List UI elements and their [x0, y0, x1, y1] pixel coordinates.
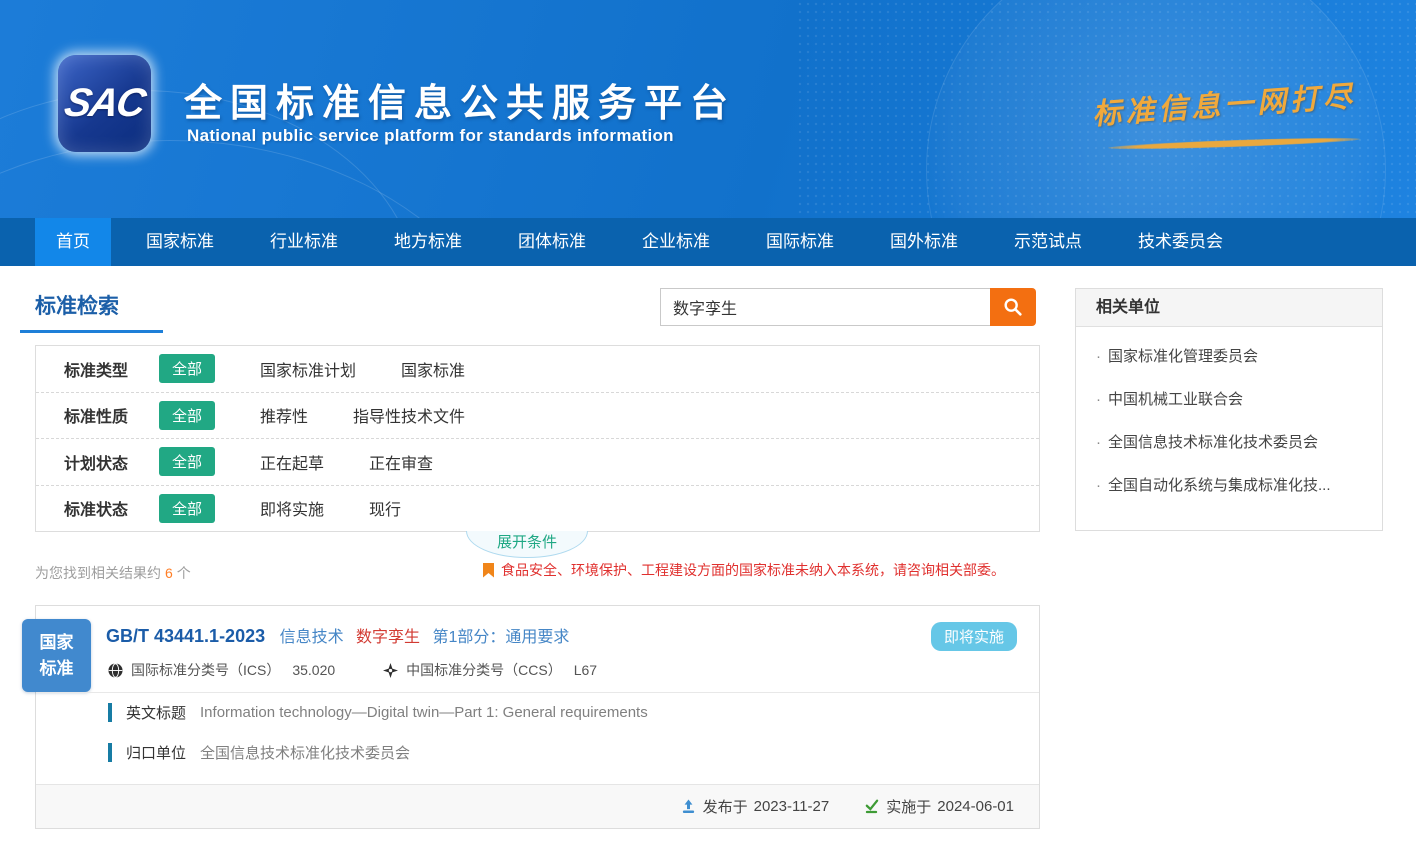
filter-all-badge[interactable]: 全部: [159, 354, 215, 383]
publish-label: 发布于: [703, 796, 748, 817]
accent-bar: [108, 743, 112, 762]
sidebar-item-machinery-federation[interactable]: 中国机械工业联合会: [1094, 377, 1364, 420]
filter-all-badge[interactable]: 全部: [159, 401, 215, 430]
english-title-label: 英文标题: [126, 702, 186, 723]
site-header: SAC 全国标准信息公共服务平台 National public service…: [0, 0, 1416, 218]
page: SAC 全国标准信息公共服务平台 National public service…: [0, 0, 1416, 845]
nav-item-industry-standards[interactable]: 行业标准: [249, 218, 359, 266]
ics-label: 国际标准分类号（ICS）: [131, 660, 280, 680]
site-title: 全国标准信息公共服务平台: [184, 72, 736, 127]
card-footer: 发布于 2023-11-27 实施于 2024-06-01: [36, 784, 1039, 828]
sidebar-item-it-standardization-committee[interactable]: 全国信息技术标准化技术委员会: [1094, 420, 1364, 463]
publish-date-group: 发布于 2023-11-27: [681, 796, 830, 817]
standard-title-link[interactable]: GB/T 43441.1-2023 信息技术 数字孪生 第1部分：通用要求: [106, 623, 569, 647]
dept-label: 归口单位: [126, 742, 186, 763]
sidebar-item-sac[interactable]: 国家标准化管理委员会: [1094, 334, 1364, 377]
english-title-value: Information technology—Digital twin—Part…: [200, 704, 648, 721]
nav-item-national-standards[interactable]: 国家标准: [125, 218, 235, 266]
bookmark-icon: [483, 563, 494, 578]
nav-item-enterprise-standards[interactable]: 企业标准: [621, 218, 731, 266]
nav-item-group-standards[interactable]: 团体标准: [497, 218, 607, 266]
search-button[interactable]: [990, 288, 1036, 326]
filter-label: 标准性质: [64, 403, 130, 427]
type-badge-line2: 标准: [40, 656, 74, 682]
filter-row-standard-type: 标准类型 全部 国家标准计划 国家标准: [36, 346, 1039, 392]
filter-option[interactable]: 正在起草: [260, 450, 324, 474]
results-summary: 为您找到相关结果约6个: [35, 563, 191, 583]
main-nav: 首页 国家标准 行业标准 地方标准 团体标准 企业标准 国际标准 国外标准 示范…: [0, 218, 1416, 266]
expand-conditions-button[interactable]: 展开条件: [466, 531, 588, 558]
filter-option[interactable]: 即将实施: [260, 496, 324, 520]
related-units-list: 国家标准化管理委员会 中国机械工业联合会 全国信息技术标准化技术委员会 全国自动…: [1076, 327, 1382, 513]
status-badge: 即将实施: [931, 622, 1017, 651]
filter-option[interactable]: 国家标准计划: [260, 357, 356, 381]
implement-date: 2024-06-01: [937, 798, 1014, 815]
summary-suffix: 个: [177, 565, 191, 581]
site-subtitle: National public service platform for sta…: [187, 126, 674, 146]
publish-date: 2023-11-27: [754, 798, 830, 815]
section-title-underline: [20, 330, 163, 333]
notice-text: 食品安全、环境保护、工程建设方面的国家标准未纳入本系统，请咨询相关部委。: [501, 560, 1005, 580]
related-units-panel: 相关单位 国家标准化管理委员会 中国机械工业联合会 全国信息技术标准化技术委员会…: [1075, 288, 1383, 531]
nav-item-local-standards[interactable]: 地方标准: [373, 218, 483, 266]
sac-logo[interactable]: SAC: [58, 55, 151, 152]
ics-value: 35.020: [292, 662, 335, 678]
card-divider: [36, 692, 1039, 693]
filter-box: 标准类型 全部 国家标准计划 国家标准 标准性质 全部 推荐性 指导性技术文件 …: [35, 345, 1040, 532]
summary-count: 6: [161, 565, 177, 581]
filter-label: 标准状态: [64, 496, 130, 520]
english-title-row: 英文标题 Information technology—Digital twin…: [108, 702, 648, 723]
sidebar-item-automation-systems-committee[interactable]: 全国自动化系统与集成标准化技...: [1094, 463, 1364, 506]
compass-icon: [383, 663, 398, 678]
summary-prefix: 为您找到相关结果约: [35, 565, 161, 581]
ccs-value: L67: [574, 662, 597, 678]
implement-label: 实施于: [886, 796, 931, 817]
search-input[interactable]: [660, 288, 990, 326]
filter-row-standard-status: 标准状态 全部 即将实施 现行: [36, 485, 1039, 532]
standard-type-badge: 国家 标准: [22, 619, 91, 692]
filter-row-standard-nature: 标准性质 全部 推荐性 指导性技术文件: [36, 392, 1039, 439]
standard-code: GB/T 43441.1-2023: [106, 626, 265, 646]
related-units-title: 相关单位: [1076, 289, 1382, 327]
section-title-standard-search: 标准检索: [35, 290, 119, 320]
standard-title-part1: 信息技术: [280, 629, 344, 646]
filter-option[interactable]: 国家标准: [401, 357, 465, 381]
filter-option[interactable]: 指导性技术文件: [353, 403, 465, 427]
system-notice: 食品安全、环境保护、工程建设方面的国家标准未纳入本系统，请咨询相关部委。: [483, 560, 1005, 580]
sac-logo-text: SAC: [61, 81, 147, 126]
filter-label: 计划状态: [64, 450, 130, 474]
accent-bar: [108, 703, 112, 722]
filter-all-badge[interactable]: 全部: [159, 447, 215, 476]
nav-item-technical-committee[interactable]: 技术委员会: [1117, 218, 1244, 266]
classification-row: 国际标准分类号（ICS） 35.020 中国标准分类号（CCS） L67: [108, 660, 597, 680]
standard-title-highlight: 数字孪生: [356, 629, 420, 646]
dept-row: 归口单位 全国信息技术标准化技术委员会: [108, 742, 410, 763]
globe-icon: [108, 663, 123, 678]
standard-title-part2: 第1部分：通用要求: [433, 629, 570, 646]
filter-label: 标准类型: [64, 357, 130, 381]
filter-all-badge[interactable]: 全部: [159, 494, 215, 523]
nav-item-foreign-standards[interactable]: 国外标准: [869, 218, 979, 266]
nav-item-home[interactable]: 首页: [35, 218, 111, 266]
filter-option[interactable]: 正在审查: [369, 450, 433, 474]
ccs-label: 中国标准分类号（CCS）: [406, 660, 562, 680]
nav-item-pilot[interactable]: 示范试点: [993, 218, 1103, 266]
result-card: 国家 标准 GB/T 43441.1-2023 信息技术 数字孪生 第1部分：通…: [35, 605, 1040, 829]
filter-row-plan-status: 计划状态 全部 正在起草 正在审查: [36, 438, 1039, 485]
implement-date-group: 实施于 2024-06-01: [864, 796, 1014, 817]
filter-option[interactable]: 现行: [369, 496, 401, 520]
upload-icon: [681, 799, 703, 814]
filter-option[interactable]: 推荐性: [260, 403, 308, 427]
type-badge-line1: 国家: [40, 630, 74, 656]
dept-value: 全国信息技术标准化技术委员会: [200, 742, 410, 763]
search-icon: [1002, 296, 1024, 318]
check-icon: [864, 799, 886, 814]
nav-item-international-standards[interactable]: 国际标准: [745, 218, 855, 266]
